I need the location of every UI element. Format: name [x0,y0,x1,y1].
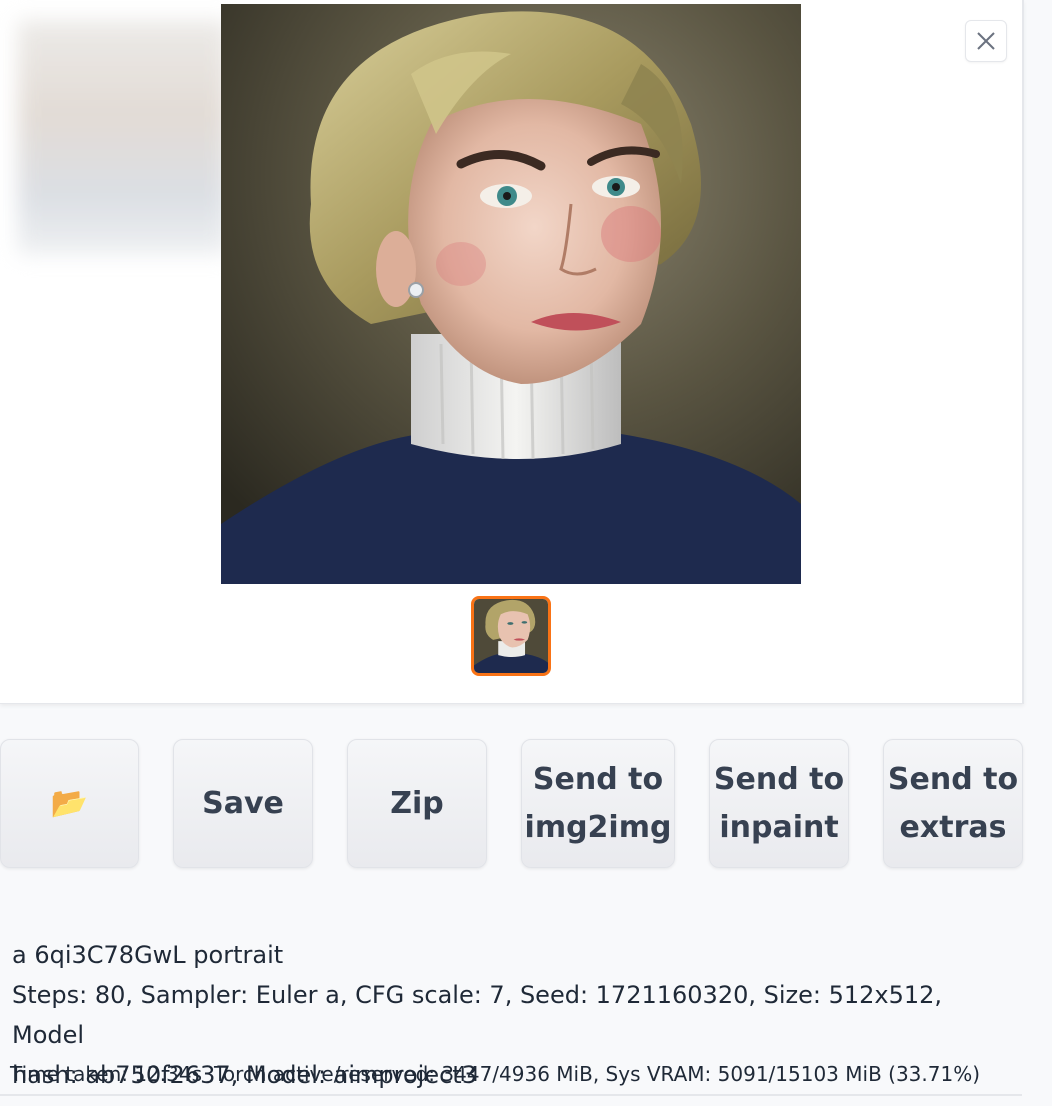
image-gallery-panel [0,0,1024,704]
thumbnail-image [474,599,548,673]
time-taken: Time taken: 12.34s [10,1062,203,1086]
close-button[interactable] [965,20,1007,62]
performance-info: Time taken: 12.34s Torch active/reserved:… [10,1061,980,1087]
zip-button[interactable]: Zip [347,739,487,868]
portrait-painting [221,4,801,584]
open-folder-button[interactable]: 📂 [0,739,139,868]
close-icon [977,32,995,50]
generated-image[interactable] [221,4,801,584]
send-to-img2img-label-line1: Send to [532,761,664,797]
gallery-thumbnail-selected[interactable] [471,596,551,676]
generation-params-line1: Steps: 80, Sampler: Euler a, CFG scale: … [12,981,943,1049]
zip-button-label: Zip [390,785,444,821]
send-to-img2img-button[interactable]: Send to img2img [521,739,675,868]
save-button[interactable]: Save [173,739,313,868]
send-to-img2img-label-line2: img2img [524,809,672,845]
prompt-text: a 6qi3C78GwL portrait [12,941,284,969]
folder-icon: 📂 [50,785,89,821]
vram-usage: Torch active/reserved: 3447/4936 MiB, Sy… [214,1062,981,1086]
save-button-label: Save [202,785,284,821]
send-to-extras-label-line2: extras [899,809,1007,845]
send-to-inpaint-label-line2: inpaint [719,809,839,845]
send-to-extras-label-line1: Send to [887,761,1019,797]
send-to-inpaint-label-line1: Send to [713,761,845,797]
blurred-background-preview [18,20,228,255]
send-to-inpaint-button[interactable]: Send to inpaint [709,739,849,868]
divider [0,1094,1022,1096]
send-to-extras-button[interactable]: Send to extras [883,739,1023,868]
